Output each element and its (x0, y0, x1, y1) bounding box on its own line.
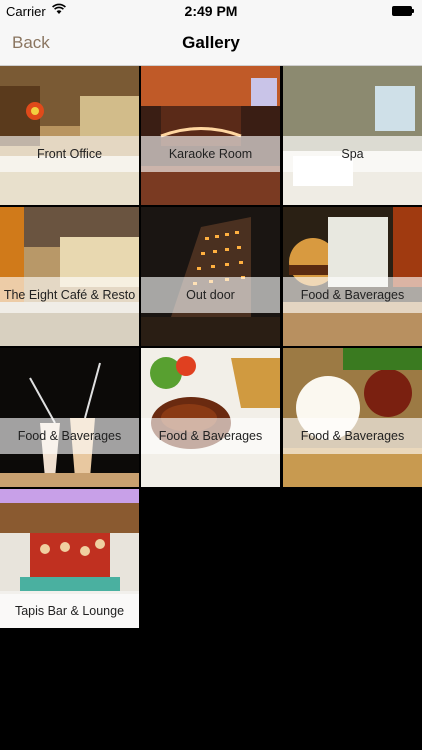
tile-label: Spa (283, 136, 422, 172)
tile-label: Food & Baverages (0, 418, 139, 454)
gallery-tile-eight-cafe[interactable]: The Eight Café & Resto (0, 207, 139, 346)
tile-label: Food & Baverages (141, 418, 280, 454)
gallery-tile-front-office[interactable]: Front Office (0, 66, 139, 205)
tile-label: Tapis Bar & Lounge (0, 594, 139, 628)
gallery-tile-tapis-bar[interactable]: Tapis Bar & Lounge (0, 489, 139, 628)
tile-label: The Eight Café & Resto (0, 277, 139, 313)
gallery-tile-food-3[interactable]: Food & Baverages (141, 348, 280, 487)
gallery-tile-out-door[interactable]: Out door (141, 207, 280, 346)
status-time: 2:49 PM (184, 3, 238, 19)
status-bar: Carrier 2:49 PM (0, 0, 422, 22)
gallery-tile-karaoke-room[interactable]: Karaoke Room (141, 66, 280, 205)
tile-label: Karaoke Room (141, 136, 280, 172)
navigation-bar: Back Gallery (0, 22, 422, 66)
page-title: Gallery (182, 33, 240, 52)
battery-icon (392, 6, 414, 16)
gallery-tile-spa[interactable]: Spa (283, 66, 422, 205)
tile-label: Food & Baverages (283, 277, 422, 313)
tile-label: Food & Baverages (283, 418, 422, 454)
gallery-tile-food-1[interactable]: Food & Baverages (283, 207, 422, 346)
gallery-tile-food-4[interactable]: Food & Baverages (283, 348, 422, 487)
tile-label: Out door (141, 277, 280, 313)
tile-label: Front Office (0, 136, 139, 172)
gallery-tile-food-2[interactable]: Food & Baverages (0, 348, 139, 487)
